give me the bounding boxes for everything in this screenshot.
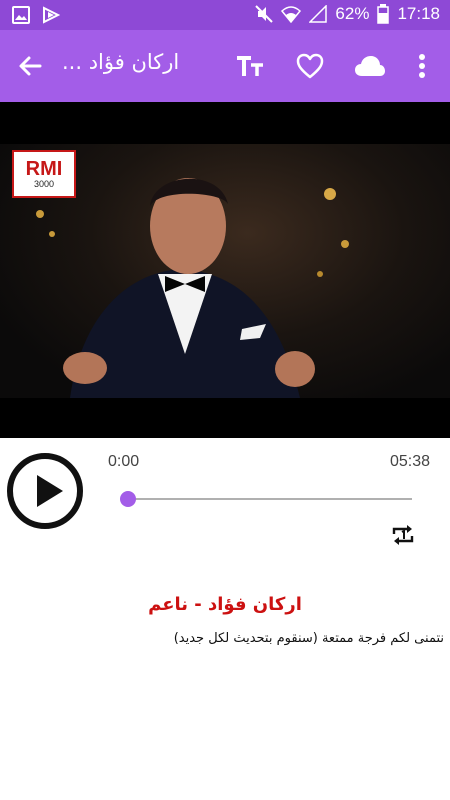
back-button[interactable]: [14, 50, 46, 82]
song-title: اركان فؤاد - ناعم: [148, 594, 302, 615]
logo-subtext: 3000: [33, 179, 55, 189]
play-button[interactable]: [7, 453, 83, 529]
video-player[interactable]: RMI 3000: [0, 102, 450, 438]
cast-icon: [42, 6, 60, 24]
logo-text: RMI: [25, 158, 63, 180]
image-icon: [12, 6, 30, 24]
more-vert-icon: [419, 54, 425, 78]
heart-icon: [296, 53, 324, 79]
cloud-icon: [355, 56, 385, 76]
repeat-one-icon: [392, 525, 414, 545]
song-description: نتمنى لكم فرجة ممتعة (سنقوم بتحديث لكل ج…: [173, 631, 444, 646]
signal-icon: [309, 5, 328, 23]
play-icon: [37, 475, 63, 507]
total-time: 05:38: [389, 453, 430, 470]
repeat-one-button[interactable]: [390, 522, 416, 548]
status-bar: 62% 17:18: [0, 0, 450, 30]
seek-thumb[interactable]: [120, 491, 136, 507]
singer-image: [36, 178, 349, 398]
cloud-button[interactable]: [354, 50, 386, 82]
app-bar: اركان فؤاد ...: [0, 30, 450, 102]
battery-percent: 62%: [335, 4, 370, 23]
app-title: اركان فؤاد ...: [62, 50, 180, 74]
channel-logo: RMI 3000: [12, 150, 76, 198]
seek-bar[interactable]: [126, 498, 412, 500]
mute-icon: [255, 5, 274, 23]
text-size-button[interactable]: [234, 50, 266, 82]
battery-icon: [377, 4, 390, 24]
favorite-button[interactable]: [294, 50, 326, 82]
video-frame: RMI 3000: [0, 144, 450, 398]
text-size-icon: [237, 56, 263, 76]
current-time: 0:00: [108, 453, 140, 470]
wifi-icon: [281, 5, 302, 23]
more-options-button[interactable]: [406, 50, 438, 82]
back-arrow-icon: [19, 56, 42, 76]
status-time: 17:18: [397, 4, 440, 23]
